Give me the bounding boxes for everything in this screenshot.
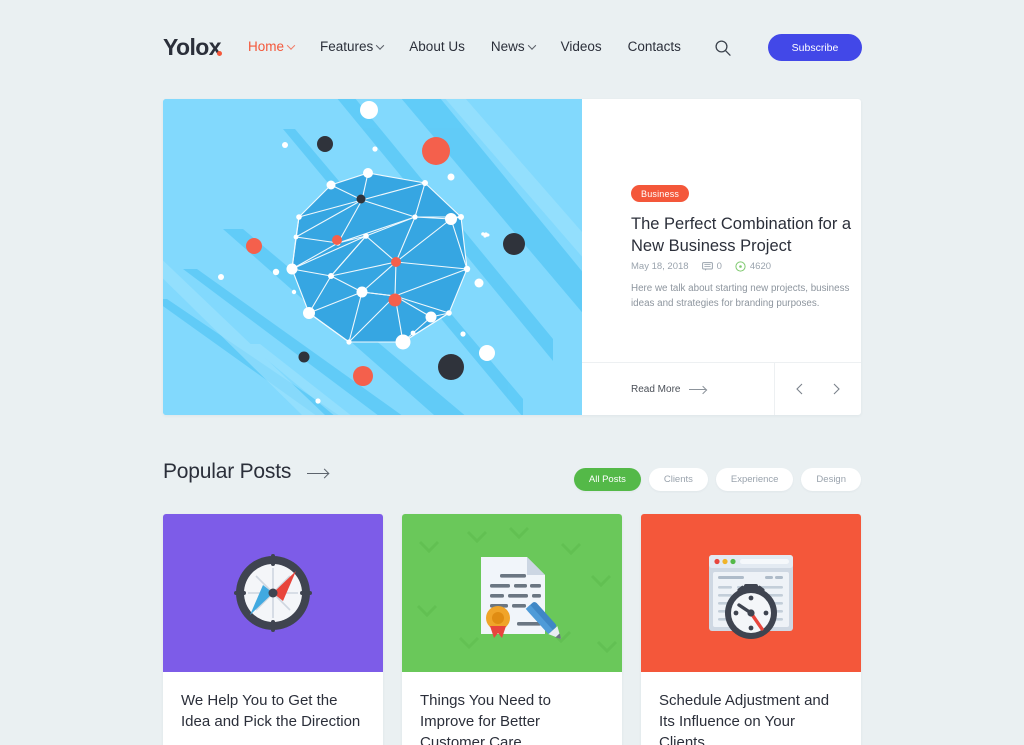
chevron-left-icon[interactable] (792, 381, 808, 397)
primary-nav: Home Features About Us News Videos Conta… (248, 39, 681, 54)
brand-logo[interactable]: Yolox (163, 34, 222, 61)
post-card-grid: We Help You to Get the Idea and Pick the… (163, 514, 861, 745)
arrow-right-icon (689, 388, 707, 390)
filter-all-posts[interactable]: All Posts (573, 468, 641, 491)
post-card-title: We Help You to Get the Idea and Pick the… (181, 692, 361, 730)
featured-post-pager (774, 362, 861, 415)
nav-item-news[interactable]: News (490, 39, 536, 54)
nav-item-features[interactable]: Features (320, 39, 385, 54)
view-count-value: 4620 (749, 261, 772, 272)
comment-bubble-icon (701, 262, 713, 271)
filter-clients[interactable]: Clients (648, 468, 708, 491)
post-date: May 18, 2018 (631, 261, 689, 272)
featured-post-meta: May 18, 2018 0 4620 (631, 261, 771, 272)
network-sphere-illustration (163, 99, 582, 415)
nav-item-label: News (490, 39, 525, 54)
nav-item-home[interactable]: Home (248, 39, 296, 54)
post-card[interactable]: We Help You to Get the Idea and Pick the… (163, 514, 383, 745)
featured-post-card: Business The Perfect Combination for a N… (163, 99, 861, 415)
compass-icon (163, 514, 383, 672)
post-card[interactable]: Things You Need to Improve for Better Cu… (402, 514, 622, 745)
featured-post-body: Business The Perfect Combination for a N… (582, 99, 861, 415)
nav-item-label: Features (320, 39, 374, 54)
chevron-down-icon (527, 40, 536, 50)
post-card-title: Things You Need to Improve for Better Cu… (420, 692, 551, 745)
site-header: Yolox Home Features About Us News Videos… (0, 0, 1024, 96)
arrow-right-icon[interactable] (307, 473, 329, 474)
brand-accent-dot (216, 51, 222, 56)
nav-item-label: Home (248, 39, 285, 54)
page-root: Yolox Home Features About Us News Videos… (0, 0, 1024, 745)
chevron-down-icon (376, 40, 385, 50)
filter-experience[interactable]: Experience (715, 468, 794, 491)
filter-design[interactable]: Design (801, 468, 861, 491)
nav-item-about-us[interactable]: About Us (409, 39, 465, 54)
chevron-right-icon[interactable] (828, 381, 844, 397)
subscribe-button[interactable]: Subscribe (768, 34, 862, 61)
comment-count: 0 (701, 261, 722, 272)
chevron-down-icon (286, 40, 296, 50)
certificate-pen-icon (402, 514, 622, 672)
featured-post-title[interactable]: The Perfect Combination for a New Busine… (631, 213, 857, 257)
post-card-title: Schedule Adjustment and Its Influence on… (659, 692, 830, 745)
views-icon (735, 261, 746, 272)
nav-item-label: About Us (409, 39, 465, 54)
search-icon[interactable] (713, 38, 733, 58)
read-more-label: Read More (631, 383, 681, 395)
popular-posts-heading: Popular Posts (163, 460, 329, 484)
section-title: Popular Posts (163, 460, 292, 483)
view-count: 4620 (735, 261, 771, 272)
category-badge[interactable]: Business (631, 185, 690, 202)
post-card[interactable]: Schedule Adjustment and Its Influence on… (641, 514, 861, 745)
featured-post-excerpt: Here we talk about starting new projects… (631, 283, 850, 309)
nav-item-label: Contacts (627, 39, 681, 54)
nav-item-label: Videos (560, 39, 602, 54)
nav-item-videos[interactable]: Videos (561, 39, 602, 54)
comment-count-value: 0 (716, 261, 722, 272)
brand-logo-text: Yolox (163, 34, 222, 60)
post-filter-group: All Posts Clients Experience Design (573, 468, 861, 491)
nav-item-contacts[interactable]: Contacts (628, 39, 681, 54)
browser-stopwatch-icon (641, 514, 861, 672)
read-more-link[interactable]: Read More (631, 383, 707, 395)
